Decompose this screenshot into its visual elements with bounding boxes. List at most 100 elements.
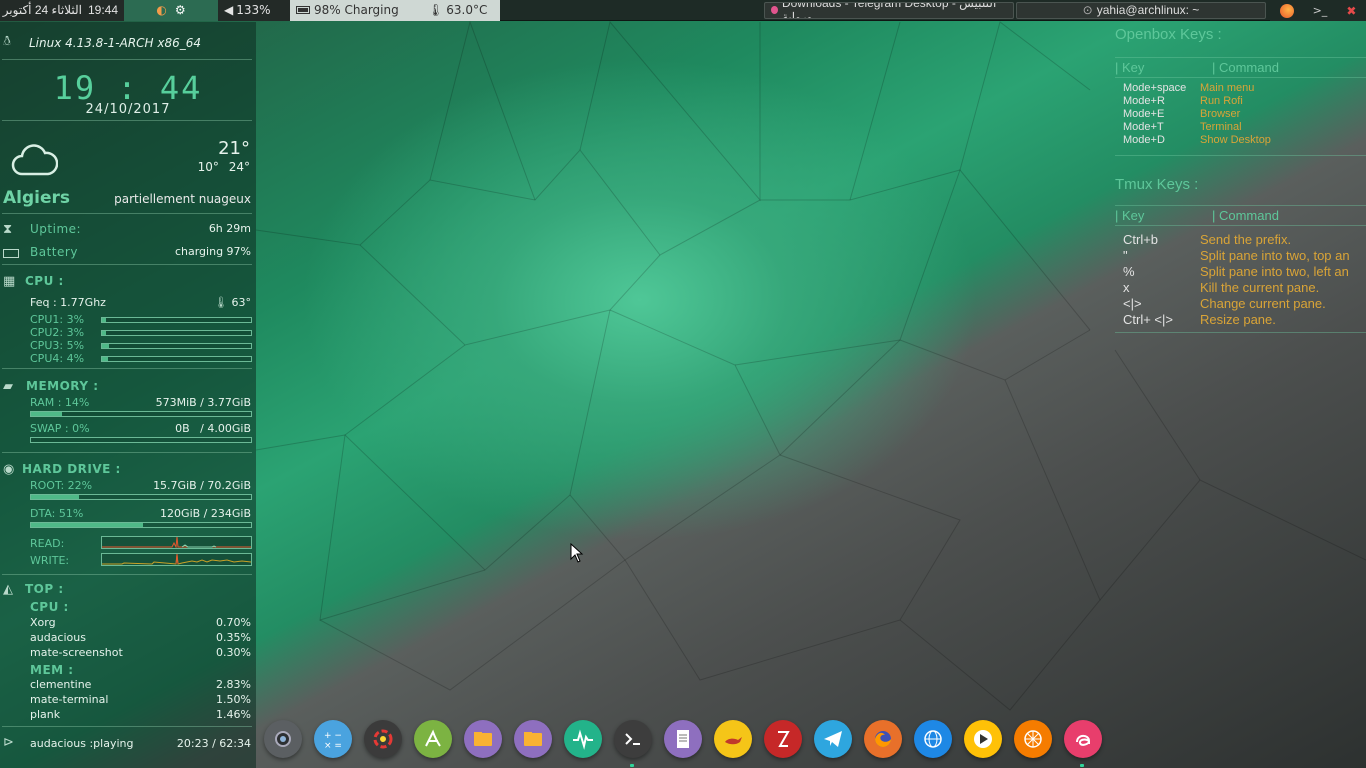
memory-heading: MEMORY : xyxy=(26,379,99,393)
clementine-icon[interactable] xyxy=(1014,720,1052,758)
media-player-icon[interactable] xyxy=(964,720,1002,758)
thermometer-icon: 🌡︎ xyxy=(428,3,444,17)
key: Mode+T xyxy=(1123,121,1164,133)
files-icon[interactable] xyxy=(464,720,502,758)
memory-icon: ▰ xyxy=(3,379,13,394)
firefox-icon[interactable] xyxy=(1279,3,1294,18)
uptime-label: Uptime: xyxy=(30,222,82,236)
plank-dock: + − × = xyxy=(256,712,1366,768)
telegram-small-icon xyxy=(771,6,778,14)
volume-value: 133% xyxy=(236,3,271,17)
weather-city: Algiers xyxy=(3,188,71,208)
thermometer-icon: 🌡︎ xyxy=(214,296,228,309)
lamp-app-icon[interactable] xyxy=(714,720,752,758)
battery-icon xyxy=(296,6,310,14)
process-value: 0.35% xyxy=(216,631,251,644)
ram-label: RAM : 14% xyxy=(30,396,90,409)
cpu2-bar xyxy=(101,330,252,336)
temperature-value: 63.0°C xyxy=(446,3,488,17)
ram-value: 573MiB / 3.77GiB xyxy=(155,396,251,409)
filezilla-icon[interactable] xyxy=(764,720,802,758)
calculator-icon[interactable]: + − × = xyxy=(314,720,352,758)
panel-date: الثلاثاء 24 أكتوبر xyxy=(2,3,82,17)
uptime-value: 6h 29m xyxy=(208,222,251,235)
swap-bar xyxy=(30,437,252,443)
process-name: plank xyxy=(30,708,61,721)
kernel-version: Linux 4.13.8-1-ARCH x86_64 xyxy=(29,36,202,50)
play-circle-icon: ⊳ xyxy=(3,735,14,750)
running-indicator xyxy=(630,764,634,767)
system-monitor-icon[interactable] xyxy=(564,720,602,758)
command: Change current pane. xyxy=(1200,296,1326,311)
write-label: WRITE: xyxy=(30,554,70,567)
key: Mode+E xyxy=(1123,108,1165,120)
data-bar xyxy=(30,522,252,528)
process-value: 0.70% xyxy=(216,616,251,629)
tmux-row: x Kill the current pane. xyxy=(1115,280,1366,296)
process-value: 1.50% xyxy=(216,693,251,706)
volume-indicator[interactable]: ◀ 133% xyxy=(218,0,290,21)
temperature-indicator[interactable]: 🌡︎ 63.0°C xyxy=(422,0,500,21)
settings-icon[interactable]: ✖ xyxy=(1346,4,1356,18)
openbox-row: Mode+space Main menu xyxy=(1115,82,1366,95)
key-header: | Key xyxy=(1115,60,1145,75)
process-name: clementine xyxy=(30,678,92,691)
key: Mode+D xyxy=(1123,134,1165,146)
swap-value: 0B / 4.00GiB xyxy=(175,422,251,435)
key: <|> xyxy=(1123,296,1142,311)
system-tray: >_ ✖ xyxy=(1270,0,1366,21)
process-value: 0.30% xyxy=(216,646,251,659)
tux-icon: 🐧︎ xyxy=(3,34,12,49)
battery-indicator[interactable]: 98% Charging xyxy=(290,0,422,21)
pdf-reader-icon[interactable] xyxy=(414,720,452,758)
text-editor-icon[interactable] xyxy=(664,720,702,758)
command: Show Desktop xyxy=(1200,134,1271,146)
firefox-icon[interactable] xyxy=(864,720,902,758)
color-picker-icon[interactable] xyxy=(364,720,402,758)
system-settings-icon[interactable] xyxy=(264,720,302,758)
battery-icon xyxy=(3,247,19,262)
battery-value: 98% Charging xyxy=(314,3,399,17)
openbox-row: Mode+E Browser xyxy=(1115,108,1366,121)
tmux-table: Ctrl+b Send the prefix. " Split pane into … xyxy=(1115,226,1366,333)
terminal-icon[interactable] xyxy=(614,720,652,758)
root-bar xyxy=(30,494,252,500)
telegram-icon[interactable] xyxy=(814,720,852,758)
tmux-row: Ctrl+ <|> Resize pane. xyxy=(1115,312,1366,328)
player-time: 20:23 / 62:34 xyxy=(176,737,251,750)
cpu3-bar xyxy=(101,343,252,349)
top-cpu-heading: CPU : xyxy=(30,600,69,614)
cpu-chip-icon: ▦ xyxy=(3,274,16,289)
files-folder-icon[interactable] xyxy=(514,720,552,758)
terminal-icon[interactable]: >_ xyxy=(1313,4,1328,17)
svg-text:× =: × = xyxy=(324,741,342,750)
battery-label: Battery xyxy=(30,245,78,259)
tmux-row: % Split pane into two, left an xyxy=(1115,264,1366,280)
key: Ctrl+ <|> xyxy=(1123,312,1173,327)
redshift-icon[interactable]: ◐ xyxy=(156,3,166,17)
running-indicator xyxy=(1080,764,1084,767)
key: Ctrl+b xyxy=(1123,232,1159,247)
command: Run Rofi xyxy=(1200,95,1243,107)
command: Browser xyxy=(1200,108,1241,120)
openbox-row: Mode+R Run Rofi xyxy=(1115,95,1366,108)
cpu-heading: CPU : xyxy=(25,274,64,288)
cpu3-label: CPU3: 5% xyxy=(30,339,85,352)
audacious-icon[interactable] xyxy=(1064,720,1102,758)
key: " xyxy=(1123,248,1128,263)
command: Terminal xyxy=(1200,121,1242,133)
taskbar-window-terminal[interactable]: ⊙ yahia@archlinux: ~ xyxy=(1016,1,1266,19)
command: Resize pane. xyxy=(1200,312,1276,327)
tmux-row: " Split pane into two, top an xyxy=(1115,248,1366,264)
process-value: 2.83% xyxy=(216,678,251,691)
gear-icon[interactable]: ⚙ xyxy=(175,3,186,17)
command: Kill the current pane. xyxy=(1200,280,1320,295)
panel-clock[interactable]: الثلاثاء 24 أكتوبر 19:44 xyxy=(0,0,124,21)
taskbar-window-telegram[interactable]: Downloads - Telegram Desktop - التلبيس و… xyxy=(764,1,1014,19)
panel-time: 19:44 xyxy=(87,3,118,17)
web-browser-icon[interactable] xyxy=(914,720,952,758)
terminal-small-icon: ⊙ xyxy=(1082,3,1093,17)
key: Mode+R xyxy=(1123,95,1165,107)
weather-temp: 21° xyxy=(218,138,250,159)
command-header: | Command xyxy=(1212,60,1279,75)
